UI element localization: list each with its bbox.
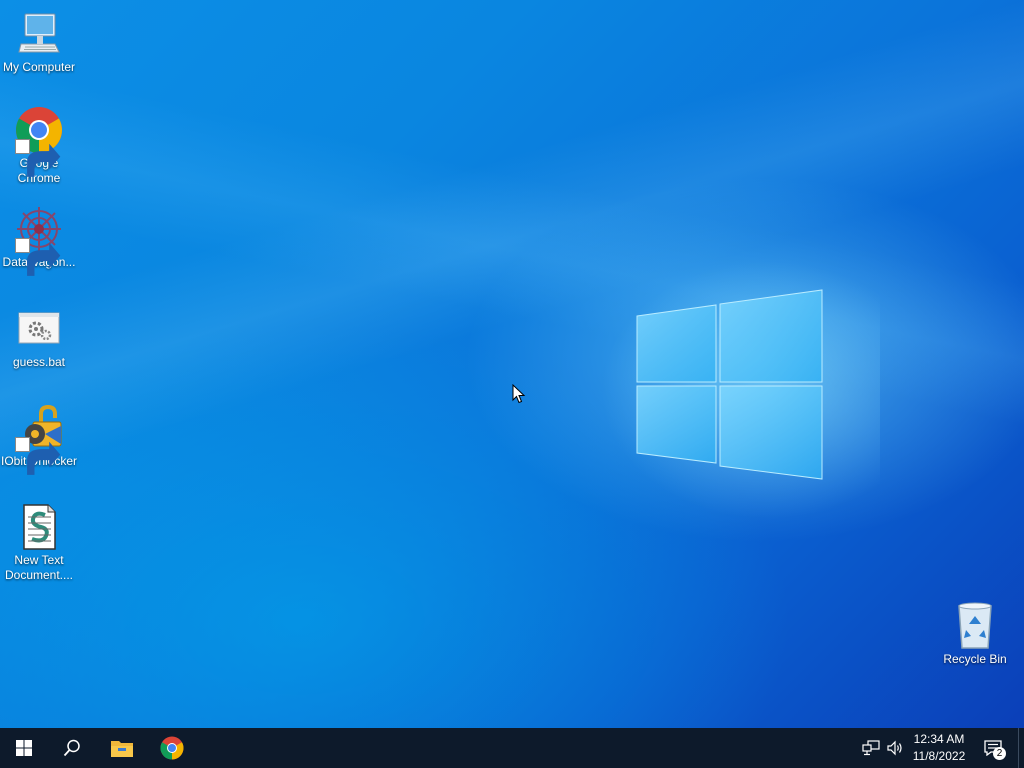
text-document-icon bbox=[15, 503, 63, 551]
clock-date: 11/8/2022 bbox=[912, 749, 966, 763]
desktop-icon-label: New Text Document.... bbox=[4, 553, 74, 582]
desktop-background[interactable]: My Computer Google Chrome DataWagon... g… bbox=[0, 0, 1024, 728]
iobit-unlocker-icon bbox=[15, 404, 63, 475]
network-icon bbox=[862, 740, 880, 756]
desktop-icon-datawagon[interactable]: DataWagon... bbox=[0, 205, 78, 276]
notification-count-badge: 2 bbox=[993, 747, 1006, 760]
monitor-icon bbox=[15, 10, 63, 58]
search-icon bbox=[63, 739, 80, 757]
shortcut-arrow-icon bbox=[15, 139, 61, 177]
tray-volume[interactable] bbox=[883, 728, 907, 768]
volume-icon bbox=[887, 740, 902, 756]
desktop-icon-label: Recycle Bin bbox=[943, 652, 1007, 666]
file-explorer-icon bbox=[111, 741, 133, 757]
recycle-bin-icon bbox=[951, 602, 999, 650]
taskbar-file-explorer[interactable] bbox=[98, 728, 146, 768]
desktop-icon-iobit-unlocker[interactable]: IObit Unlocker bbox=[0, 404, 78, 475]
search-button[interactable] bbox=[48, 728, 96, 768]
desktop-icon-new-text-document[interactable]: New Text Document.... bbox=[0, 503, 78, 583]
clock-time: 12:34 AM bbox=[913, 732, 965, 746]
desktop-icon-recycle-bin[interactable]: Recycle Bin bbox=[936, 602, 1014, 667]
windows-logo-wallpaper bbox=[636, 289, 823, 480]
desktop-icon-label: guess.bat bbox=[12, 355, 66, 369]
start-button[interactable] bbox=[0, 728, 48, 768]
datawagon-icon bbox=[15, 205, 63, 276]
taskbar-google-chrome[interactable] bbox=[148, 728, 196, 768]
desktop-icon-my-computer[interactable]: My Computer bbox=[0, 10, 78, 75]
taskbar-clock[interactable]: 12:34 AM 11/8/2022 bbox=[906, 728, 972, 768]
windows-start-icon bbox=[16, 740, 32, 756]
desktop-icon-label: My Computer bbox=[2, 60, 76, 74]
shortcut-arrow-icon bbox=[15, 437, 61, 475]
show-desktop-button[interactable] bbox=[1018, 728, 1024, 768]
tray-network[interactable] bbox=[858, 728, 884, 768]
chrome-icon bbox=[15, 106, 63, 177]
desktop-icon-guess-bat[interactable]: guess.bat bbox=[0, 305, 78, 370]
batch-file-icon bbox=[15, 305, 63, 353]
desktop-icon-google-chrome[interactable]: Google Chrome bbox=[0, 106, 78, 186]
chrome-icon bbox=[160, 736, 184, 760]
taskbar: 12:34 AM 11/8/2022 bbox=[0, 728, 1024, 768]
shortcut-arrow-icon bbox=[15, 238, 61, 276]
mouse-cursor-icon bbox=[512, 384, 526, 404]
